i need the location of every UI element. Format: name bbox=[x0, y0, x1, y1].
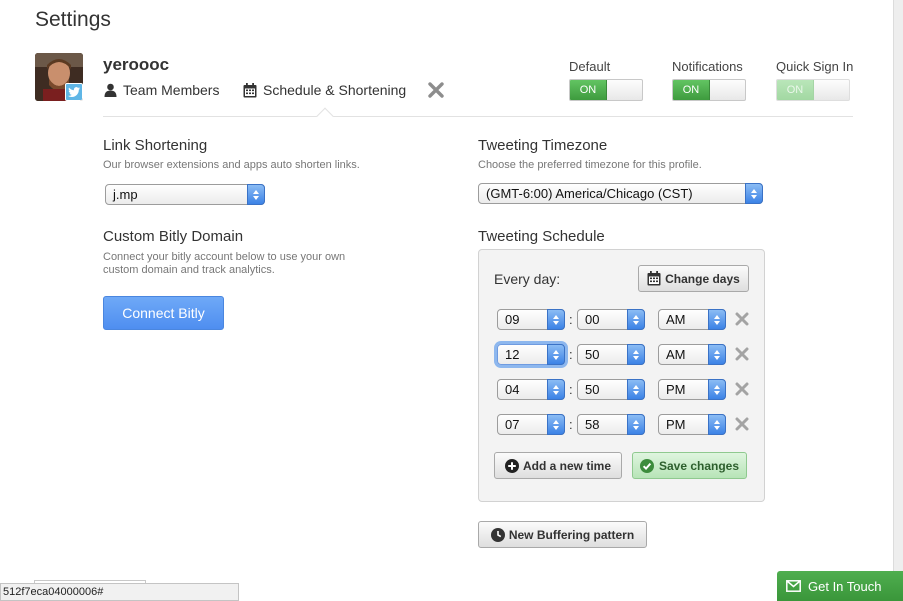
select-value: 00 bbox=[585, 312, 600, 327]
select-arrows-icon bbox=[708, 309, 726, 330]
get-in-touch-button[interactable]: Get In Touch bbox=[777, 571, 903, 601]
select-arrows-icon bbox=[547, 344, 565, 365]
hour-select[interactable]: 04 bbox=[497, 379, 565, 400]
select-value: 07 bbox=[505, 417, 520, 432]
tab-schedule-shortening[interactable]: Schedule & Shortening bbox=[243, 80, 406, 100]
toggle-label-default: Default bbox=[569, 59, 611, 74]
plus-circle-icon bbox=[504, 458, 519, 473]
custom-domain-desc-1: Connect your bitly account below to use … bbox=[103, 251, 346, 263]
select-arrows-icon bbox=[247, 184, 265, 205]
custom-domain-title: Custom Bitly Domain bbox=[103, 228, 244, 245]
select-value: AM bbox=[666, 347, 686, 362]
ampm-select[interactable]: PM bbox=[658, 414, 726, 435]
time-separator: : bbox=[569, 417, 573, 432]
calendar-icon bbox=[243, 82, 257, 98]
avatar[interactable] bbox=[35, 53, 83, 101]
schedule-title: Tweeting Schedule bbox=[478, 228, 605, 245]
select-value: (GMT-6:00) America/Chicago (CST) bbox=[486, 186, 693, 201]
select-value: 12 bbox=[505, 347, 520, 362]
mail-icon bbox=[786, 580, 801, 592]
custom-domain-desc-2: custom domain and track analytics. bbox=[103, 264, 275, 276]
hour-select[interactable]: 09 bbox=[497, 309, 565, 330]
header-divider bbox=[103, 116, 853, 117]
person-icon bbox=[104, 83, 117, 97]
select-value: PM bbox=[666, 382, 686, 397]
toggle-on-label: ON bbox=[570, 80, 607, 100]
tab-label: Schedule & Shortening bbox=[263, 82, 407, 98]
select-arrows-icon bbox=[627, 414, 645, 435]
minute-select[interactable]: 00 bbox=[577, 309, 645, 330]
hour-select[interactable]: 12 bbox=[497, 344, 565, 365]
ampm-select[interactable]: AM bbox=[658, 309, 726, 330]
select-arrows-icon bbox=[627, 309, 645, 330]
every-day-label: Every day: bbox=[494, 271, 561, 287]
close-icon[interactable] bbox=[428, 82, 444, 103]
hour-select[interactable]: 07 bbox=[497, 414, 565, 435]
button-label: New Buffering pattern bbox=[508, 527, 635, 542]
active-tab-caret bbox=[316, 107, 334, 125]
select-arrows-icon bbox=[708, 414, 726, 435]
toggle-label-notifications: Notifications bbox=[672, 59, 743, 74]
select-value: j.mp bbox=[113, 187, 138, 202]
button-label: Get In Touch bbox=[808, 578, 882, 594]
select-arrows-icon bbox=[547, 414, 565, 435]
remove-time-icon[interactable] bbox=[735, 312, 749, 331]
check-circle-icon bbox=[639, 458, 654, 473]
toggle-on-label: ON bbox=[777, 80, 814, 100]
time-separator: : bbox=[569, 312, 573, 327]
page-title: Settings bbox=[35, 8, 111, 31]
time-separator: : bbox=[569, 382, 573, 397]
select-value: 04 bbox=[505, 382, 520, 397]
timezone-desc: Choose the preferred timezone for this p… bbox=[478, 159, 702, 171]
link-shortening-title: Link Shortening bbox=[103, 137, 208, 154]
button-label: Change days bbox=[665, 271, 740, 286]
minute-select[interactable]: 50 bbox=[577, 344, 645, 365]
minute-select[interactable]: 50 bbox=[577, 379, 645, 400]
remove-time-icon[interactable] bbox=[735, 382, 749, 401]
link-shortener-select[interactable]: j.mp bbox=[105, 184, 265, 205]
remove-time-icon[interactable] bbox=[735, 347, 749, 366]
new-buffering-pattern-button[interactable]: New Buffering pattern bbox=[478, 521, 647, 548]
button-label: Save changes bbox=[658, 458, 740, 473]
ampm-select[interactable]: PM bbox=[658, 379, 726, 400]
profile-username: yeroooc bbox=[103, 55, 170, 74]
remove-time-icon[interactable] bbox=[735, 417, 749, 436]
tab-team-members[interactable]: Team Members bbox=[104, 80, 219, 100]
toggle-label-quick-sign-in: Quick Sign In bbox=[776, 59, 854, 74]
timezone-title: Tweeting Timezone bbox=[478, 137, 608, 154]
change-days-button[interactable]: Change days bbox=[638, 265, 749, 292]
calendar-icon bbox=[647, 271, 661, 286]
select-value: PM bbox=[666, 417, 686, 432]
minute-select[interactable]: 58 bbox=[577, 414, 645, 435]
timezone-select[interactable]: (GMT-6:00) America/Chicago (CST) bbox=[478, 183, 763, 204]
quick-sign-in-toggle[interactable]: ON bbox=[776, 79, 850, 101]
select-arrows-icon bbox=[708, 344, 726, 365]
select-arrows-icon bbox=[547, 309, 565, 330]
page-edge bbox=[893, 0, 903, 601]
clock-icon bbox=[490, 527, 505, 542]
select-arrows-icon bbox=[745, 183, 763, 204]
button-label: Add a new time bbox=[522, 458, 611, 473]
default-toggle[interactable]: ON bbox=[569, 79, 643, 101]
select-value: AM bbox=[666, 312, 686, 327]
select-value: 50 bbox=[585, 347, 600, 362]
select-arrows-icon bbox=[627, 344, 645, 365]
notifications-toggle[interactable]: ON bbox=[672, 79, 746, 101]
select-arrows-icon bbox=[627, 379, 645, 400]
browser-status-bar: 512f7eca04000006# bbox=[0, 583, 239, 601]
time-separator: : bbox=[569, 347, 573, 362]
link-shortening-desc: Our browser extensions and apps auto sho… bbox=[103, 159, 360, 171]
select-value: 50 bbox=[585, 382, 600, 397]
ampm-select[interactable]: AM bbox=[658, 344, 726, 365]
select-value: 58 bbox=[585, 417, 600, 432]
select-arrows-icon bbox=[547, 379, 565, 400]
select-value: 09 bbox=[505, 312, 520, 327]
add-new-time-button[interactable]: Add a new time bbox=[494, 452, 622, 479]
select-arrows-icon bbox=[708, 379, 726, 400]
save-changes-button[interactable]: Save changes bbox=[632, 452, 747, 479]
connect-bitly-button[interactable]: Connect Bitly bbox=[103, 296, 224, 330]
toggle-on-label: ON bbox=[673, 80, 710, 100]
tab-label: Team Members bbox=[123, 82, 220, 98]
twitter-icon bbox=[65, 83, 83, 101]
